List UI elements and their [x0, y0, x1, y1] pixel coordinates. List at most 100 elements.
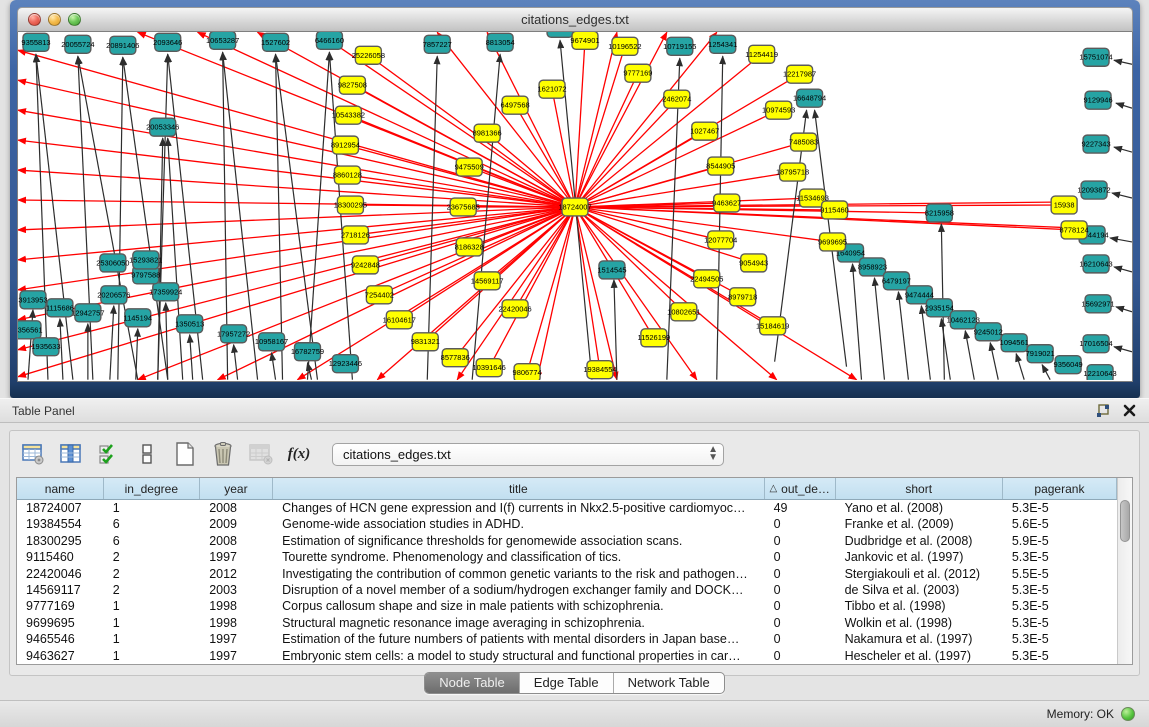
- minimize-window-button[interactable]: [48, 13, 61, 26]
- network-node-yellow[interactable]: 8577836: [441, 349, 470, 367]
- network-node-yellow[interactable]: 9475509: [455, 158, 484, 176]
- network-node-teal[interactable]: 8215958: [925, 204, 954, 222]
- network-node-teal[interactable]: 9356049: [1054, 356, 1083, 374]
- network-node-teal[interactable]: 15751074: [1079, 48, 1112, 66]
- window-titlebar[interactable]: citations_edges.txt: [17, 7, 1133, 32]
- network-node-yellow[interactable]: 8186328: [455, 238, 484, 256]
- network-node-yellow[interactable]: 9831321: [411, 333, 440, 351]
- network-node-teal[interactable]: 7919021: [1026, 345, 1055, 363]
- red-citation-edge[interactable]: [399, 207, 575, 320]
- column-header-name[interactable]: name: [17, 478, 104, 499]
- network-node-teal[interactable]: 20891406: [106, 36, 139, 54]
- network-node-teal[interactable]: 10719155: [663, 37, 696, 55]
- red-citation-edge[interactable]: [575, 40, 585, 207]
- network-node-teal[interactable]: 1094561: [1000, 334, 1029, 352]
- network-node-teal[interactable]: 17359924: [149, 283, 182, 301]
- network-node-teal[interactable]: 16782759: [291, 343, 324, 361]
- network-node-yellow[interactable]: 10802651: [667, 303, 700, 321]
- network-node-yellow[interactable]: 8912954: [331, 136, 360, 154]
- table-row[interactable]: 977716911998Corpus callosum shape and si…: [17, 598, 1117, 614]
- network-node-yellow[interactable]: 10391646: [473, 359, 506, 377]
- network-node-teal[interactable]: 15692971: [1081, 295, 1114, 313]
- red-citation-edge[interactable]: [575, 207, 697, 380]
- table-vertical-scrollbar[interactable]: [1117, 478, 1132, 664]
- network-node-yellow[interactable]: 9463627: [712, 194, 741, 212]
- table-row[interactable]: 1872400712008Changes of HCN gene express…: [17, 500, 1117, 516]
- tab-edge-table[interactable]: Edge Table: [520, 673, 614, 693]
- table-settings-icon[interactable]: [20, 441, 46, 467]
- network-node-yellow[interactable]: 8778124: [1060, 221, 1089, 239]
- network-node-yellow[interactable]: 12077704: [704, 231, 737, 249]
- network-node-yellow[interactable]: 9827508: [338, 76, 367, 94]
- black-citation-edge[interactable]: [110, 306, 114, 380]
- network-node-yellow[interactable]: 25226058: [352, 46, 385, 64]
- network-node-yellow[interactable]: 10196522: [608, 37, 641, 55]
- network-node-yellow[interactable]: 16104617: [383, 311, 416, 329]
- network-node-teal[interactable]: 20055724: [61, 35, 94, 53]
- network-node-yellow[interactable]: 9777169: [623, 64, 652, 82]
- table-row[interactable]: 946362711997Embryonic stem cells: a mode…: [17, 648, 1117, 664]
- network-node-teal[interactable]: 20053346: [146, 118, 179, 136]
- network-node-yellow[interactable]: 2718126: [341, 226, 370, 244]
- black-citation-edge[interactable]: [1114, 60, 1132, 64]
- red-citation-edge[interactable]: [552, 89, 575, 207]
- zoom-window-button[interactable]: [68, 13, 81, 26]
- network-node-yellow[interactable]: 15938: [1051, 196, 1077, 214]
- network-node-yellow[interactable]: 9115460: [820, 201, 849, 219]
- network-node-teal[interactable]: 1350513: [175, 315, 204, 333]
- network-node-yellow[interactable]: 11526199: [638, 329, 671, 347]
- red-citation-edge[interactable]: [575, 172, 793, 207]
- black-citation-edge[interactable]: [1116, 103, 1132, 108]
- network-node-teal[interactable]: 8958923: [858, 258, 887, 276]
- network-node-yellow[interactable]: 22420046: [498, 300, 531, 318]
- black-citation-edge[interactable]: [1114, 347, 1132, 352]
- black-citation-edge[interactable]: [272, 353, 276, 380]
- network-node-teal[interactable]: 16648794: [793, 89, 826, 107]
- network-node-yellow[interactable]: 7254402: [365, 286, 394, 304]
- network-node-teal[interactable]: 1254341: [708, 35, 737, 53]
- network-node-teal[interactable]: 25306050: [96, 254, 129, 272]
- network-node-yellow[interactable]: 9242848: [351, 256, 380, 274]
- network-node-teal[interactable]: 1935633: [31, 338, 60, 356]
- red-citation-edge[interactable]: [352, 85, 575, 207]
- network-node-teal[interactable]: 3913953: [18, 291, 47, 309]
- tab-network-table[interactable]: Network Table: [614, 673, 724, 693]
- network-node-teal[interactable]: 10653287: [206, 32, 239, 49]
- function-builder-icon[interactable]: f(x): [286, 441, 312, 467]
- network-node-yellow[interactable]: 10543382: [332, 106, 365, 124]
- network-node-teal[interactable]: 1514545: [597, 261, 626, 279]
- network-node-teal[interactable]: 12942757: [71, 304, 104, 322]
- network-node-yellow[interactable]: 9806774: [513, 364, 542, 380]
- network-node-teal[interactable]: 9355813: [21, 33, 50, 51]
- table-row[interactable]: 1830029562008Estimation of significance …: [17, 533, 1117, 549]
- network-node-yellow[interactable]: 10974593: [762, 101, 795, 119]
- table-row[interactable]: 946554611997Estimation of the future num…: [17, 631, 1117, 647]
- network-node-yellow[interactable]: 15184619: [756, 317, 789, 335]
- network-node-teal[interactable]: 12210643: [1083, 365, 1116, 380]
- network-node-teal[interactable]: 17957272: [217, 325, 250, 343]
- table-row[interactable]: 1456911722003Disruption of a novel membe…: [17, 582, 1117, 598]
- select-columns-icon[interactable]: [96, 441, 122, 467]
- network-node-teal[interactable]: 2093646: [153, 33, 182, 51]
- red-citation-edge[interactable]: [297, 207, 575, 380]
- network-node-teal[interactable]: 1527602: [261, 33, 290, 51]
- black-citation-edge[interactable]: [1112, 193, 1132, 198]
- close-panel-icon[interactable]: [1121, 403, 1137, 419]
- network-node-teal[interactable]: 1115686: [46, 299, 74, 317]
- network-node-yellow[interactable]: 8981366: [473, 124, 502, 142]
- black-citation-edge[interactable]: [1016, 354, 1024, 380]
- network-node-teal[interactable]: 10958167: [255, 333, 288, 351]
- red-citation-edge[interactable]: [515, 105, 575, 207]
- column-header-indegree[interactable]: in_degree: [104, 478, 200, 499]
- black-citation-edge[interactable]: [853, 264, 862, 380]
- network-node-teal[interactable]: 16210643: [1079, 255, 1112, 273]
- network-node-teal[interactable]: 17016504: [1079, 335, 1112, 353]
- table-select-dropdown[interactable]: citations_edges.txt ▲▼: [332, 443, 724, 466]
- column-header-short[interactable]: short: [836, 478, 1003, 499]
- network-node-yellow[interactable]: 9699695: [818, 233, 847, 251]
- network-node-teal[interactable]: 7857227: [423, 35, 452, 53]
- black-citation-edge[interactable]: [898, 292, 908, 380]
- network-node-teal[interactable]: 9227343: [1082, 135, 1111, 153]
- network-node-teal[interactable]: 12923446: [329, 355, 362, 373]
- table-row[interactable]: 2242004622012Investigating the contribut…: [17, 566, 1117, 582]
